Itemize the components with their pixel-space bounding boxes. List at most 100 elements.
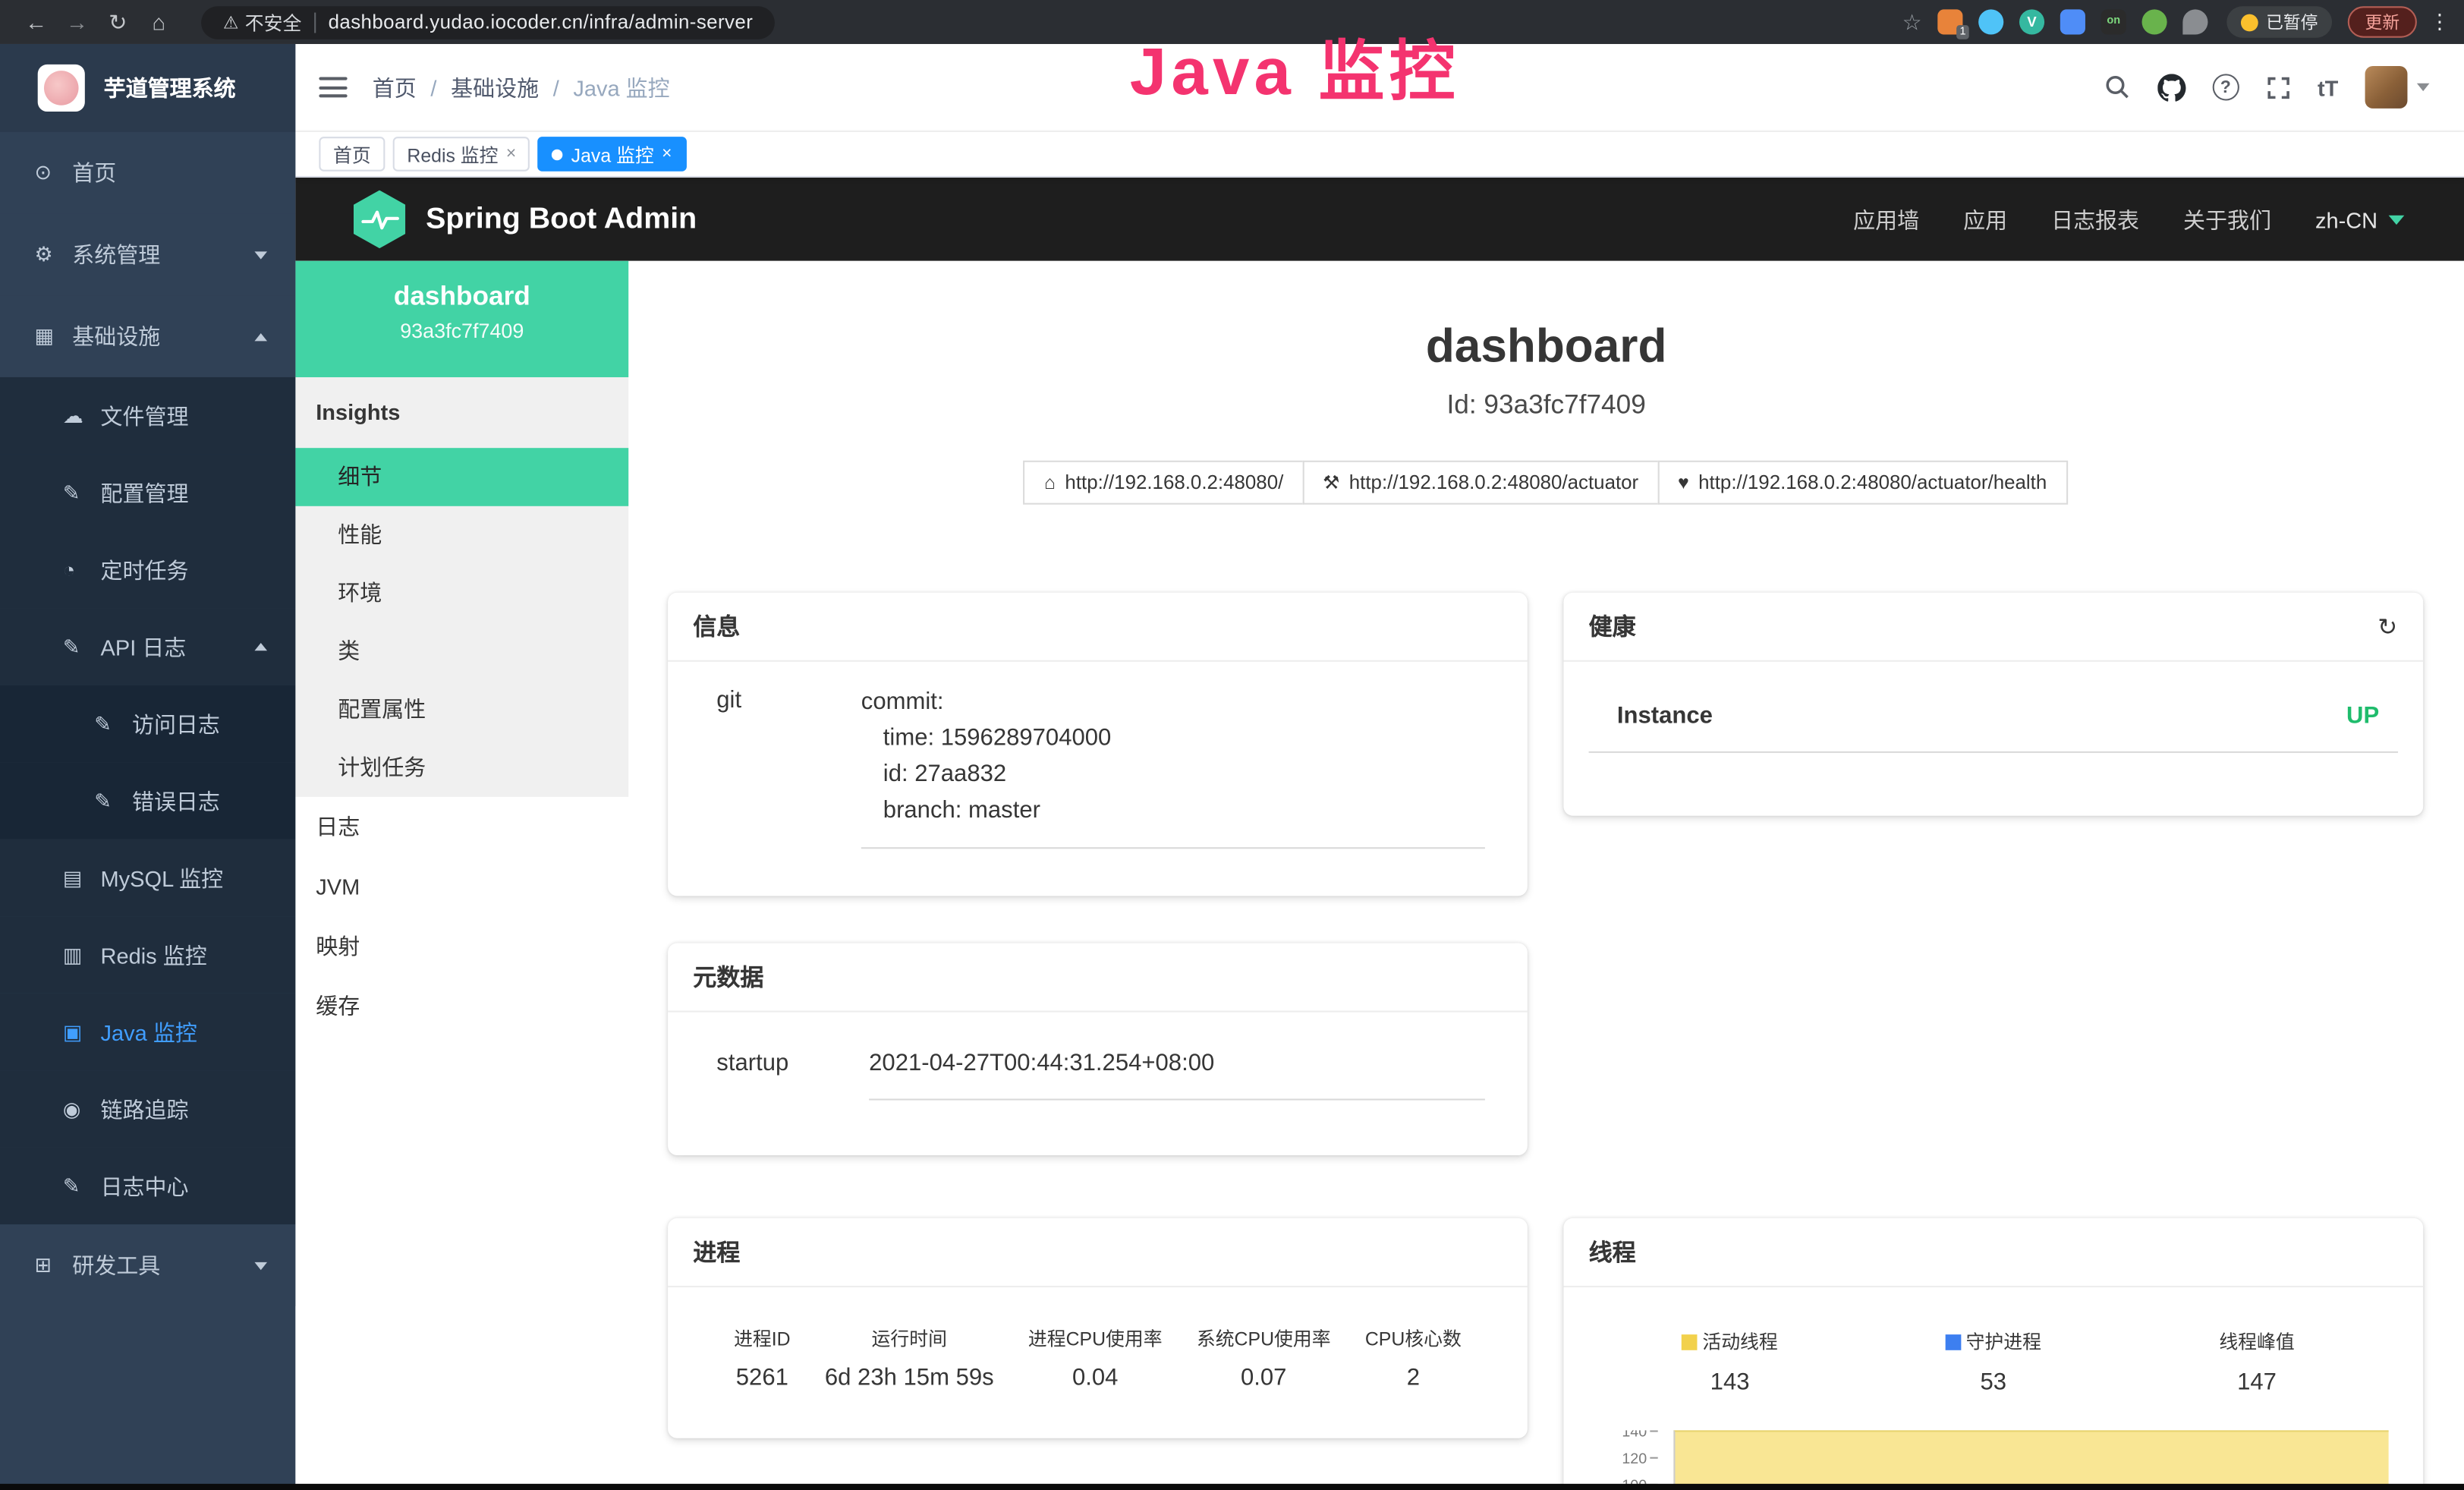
language-selector[interactable]: zh-CN xyxy=(2315,206,2404,232)
sidebar-item-system[interactable]: ⚙ 系统管理 xyxy=(0,214,295,296)
sidebar-item-file-manage[interactable]: ☁ 文件管理 xyxy=(0,377,295,454)
app-title: 芋道管理系统 xyxy=(104,72,236,103)
app-logo-row[interactable]: 芋道管理系统 xyxy=(0,44,295,132)
tab-home[interactable]: 首页 xyxy=(319,137,385,172)
sidebar-item-home[interactable]: ⊙ 首页 xyxy=(0,132,295,214)
security-label[interactable]: 不安全 xyxy=(245,8,302,35)
sba-item-details[interactable]: 细节 xyxy=(295,448,628,506)
sba-item-environment[interactable]: 环境 xyxy=(295,564,628,622)
health-url-link[interactable]: ♥ http://192.168.0.2:48080/actuator/heal… xyxy=(1657,461,2067,505)
sba-item-scheduled-tasks[interactable]: 计划任务 xyxy=(295,739,628,797)
service-url-link[interactable]: ⌂ http://192.168.0.2:48080/ xyxy=(1024,461,1304,505)
paused-chip[interactable]: 已暂停 xyxy=(2226,6,2332,37)
y-tick-120: 120 xyxy=(1589,1451,1658,1468)
hamburger-icon[interactable] xyxy=(319,77,347,97)
sba-item-logs[interactable]: 日志 xyxy=(295,797,628,857)
emoji-icon xyxy=(2241,14,2258,31)
breadcrumb-separator xyxy=(430,74,436,99)
browser-menu-icon[interactable] xyxy=(2429,9,2448,34)
font-size-icon[interactable] xyxy=(2318,74,2338,99)
sba-main: dashboard Id: 93a3fc7f7409 ⌂ http://192.… xyxy=(628,261,2464,1490)
help-icon[interactable] xyxy=(2212,74,2239,100)
info-key: git xyxy=(693,684,861,849)
sba-nav-wallboard[interactable]: 应用墙 xyxy=(1853,203,1919,235)
vue-devtools-icon[interactable] xyxy=(2019,9,2044,34)
sidebar-item-java-monitor[interactable]: ▣ Java 监控 xyxy=(0,994,295,1070)
process-card-title: 进程 xyxy=(668,1218,1528,1287)
sidebar-item-api-log[interactable]: ✎ API 日志 xyxy=(0,608,295,685)
tracing-icon: ◉ xyxy=(63,1096,101,1121)
bookmark-star-icon[interactable] xyxy=(1902,8,1922,35)
search-icon[interactable] xyxy=(2104,74,2130,100)
breadcrumb-infrastructure[interactable]: 基础设施 xyxy=(451,71,539,102)
sba-item-classes[interactable]: 类 xyxy=(295,622,628,681)
sba-app-id: 93a3fc7f7409 xyxy=(295,319,628,342)
sidebar-item-log-center[interactable]: ✎ 日志中心 xyxy=(0,1148,295,1224)
extension-icon-4[interactable] xyxy=(2142,9,2167,34)
file-manage-icon: ☁ xyxy=(63,403,101,428)
sba-app-block[interactable]: dashboard 93a3fc7f7409 xyxy=(295,261,628,377)
user-menu[interactable] xyxy=(2365,66,2430,109)
address-bar[interactable]: 不安全 dashboard.yudao.iocoder.cn/infra/adm… xyxy=(201,5,775,38)
sba-item-config-props[interactable]: 配置属性 xyxy=(295,681,628,739)
avatar xyxy=(2365,66,2408,109)
sidebar-item-tracing[interactable]: ◉ 链路追踪 xyxy=(0,1070,295,1147)
back-icon[interactable] xyxy=(16,9,57,34)
y-tick-140: 140 xyxy=(1589,1430,1658,1441)
scheduled-job-icon: ◔ xyxy=(63,558,101,581)
tab-redis-monitor[interactable]: Redis 监控 xyxy=(393,137,530,172)
extension-icon-3[interactable] xyxy=(2060,9,2085,34)
actuator-url-link[interactable]: ⚒ http://192.168.0.2:48080/actuator xyxy=(1302,461,1659,505)
pin-extension-icon[interactable] xyxy=(2182,9,2208,34)
instance-links: ⌂ http://192.168.0.2:48080/ ⚒ http://192… xyxy=(628,461,2464,505)
sba-nav-journal[interactable]: 日志报表 xyxy=(2051,203,2139,235)
history-icon[interactable] xyxy=(2378,613,2398,641)
stat-system-cpu: 系统CPU使用率 0.07 xyxy=(1197,1325,1331,1391)
sba-item-mappings[interactable]: 映射 xyxy=(295,916,628,976)
browser-actions: 1 on 已暂停 更新 xyxy=(1890,6,2448,37)
tab-java-monitor[interactable]: Java 监控 xyxy=(538,137,686,172)
divider xyxy=(314,12,316,33)
sidebar-item-access-log[interactable]: ✎ 访问日志 xyxy=(0,685,295,762)
url-text[interactable]: dashboard.yudao.iocoder.cn/infra/admin-s… xyxy=(329,11,754,33)
browser-home-icon[interactable] xyxy=(138,9,179,34)
chevron-down-icon xyxy=(254,250,267,258)
forward-icon[interactable] xyxy=(57,9,98,34)
infrastructure-icon: ▦ xyxy=(35,324,73,349)
close-icon[interactable] xyxy=(506,145,516,164)
sba-navbar: Spring Boot Admin 应用墙 应用 日志报表 关于我们 zh-CN xyxy=(295,178,2464,261)
switch-on-extension-icon[interactable]: on xyxy=(2101,9,2126,34)
on-badge: on xyxy=(2101,9,2126,34)
breadcrumb-home[interactable]: 首页 xyxy=(373,71,417,102)
sba-item-caches[interactable]: 缓存 xyxy=(295,976,628,1036)
sba-item-jvm[interactable]: JVM xyxy=(295,857,628,917)
screen-edge xyxy=(0,1484,2464,1490)
sidebar-item-config-manage[interactable]: ✎ 配置管理 xyxy=(0,454,295,531)
close-icon[interactable] xyxy=(662,145,672,164)
sba-brand-title[interactable]: Spring Boot Admin xyxy=(426,202,697,237)
sidebar-item-mysql-monitor[interactable]: ▤ MySQL 监控 xyxy=(0,840,295,916)
info-card-title: 信息 xyxy=(668,593,1528,662)
sba-nav-about[interactable]: 关于我们 xyxy=(2183,203,2271,235)
extension-icon-1[interactable]: 1 xyxy=(1937,9,1962,34)
sidebar-item-infrastructure[interactable]: ▦ 基础设施 xyxy=(0,295,295,377)
sidebar-item-error-log[interactable]: ✎ 错误日志 xyxy=(0,762,295,839)
sidebar-item-redis-monitor[interactable]: ▥ Redis 监控 xyxy=(0,916,295,993)
sba-nav: 应用墙 应用 日志报表 关于我们 zh-CN xyxy=(1853,203,2404,235)
sba-item-metrics[interactable]: 性能 xyxy=(295,506,628,565)
sba-nav-applications[interactable]: 应用 xyxy=(1963,203,2007,235)
process-stats: 进程ID 5261 运行时间 6d 23h 15m 59s 进程CPU使用率 0… xyxy=(693,1309,1502,1391)
caret-down-icon xyxy=(2417,83,2430,91)
sidebar-item-dev-tools[interactable]: ⊞ 研发工具 xyxy=(0,1224,295,1306)
heartbeat-icon: ♥ xyxy=(1678,471,1689,493)
process-card: 进程 进程ID 5261 运行时间 6d 23h 15m 59s xyxy=(668,1218,1528,1438)
error-log-icon: ✎ xyxy=(94,789,132,814)
sidebar-item-scheduled-job[interactable]: ◔ 定时任务 xyxy=(0,531,295,608)
update-button[interactable]: 更新 xyxy=(2348,6,2417,37)
github-icon[interactable] xyxy=(2157,73,2186,101)
reload-icon[interactable] xyxy=(97,8,138,35)
redis-monitor-icon: ▥ xyxy=(63,942,101,967)
fullscreen-icon[interactable] xyxy=(2266,74,2291,99)
extension-icon-2[interactable] xyxy=(1978,9,2003,34)
health-card-title: 健康 xyxy=(1589,610,1636,642)
